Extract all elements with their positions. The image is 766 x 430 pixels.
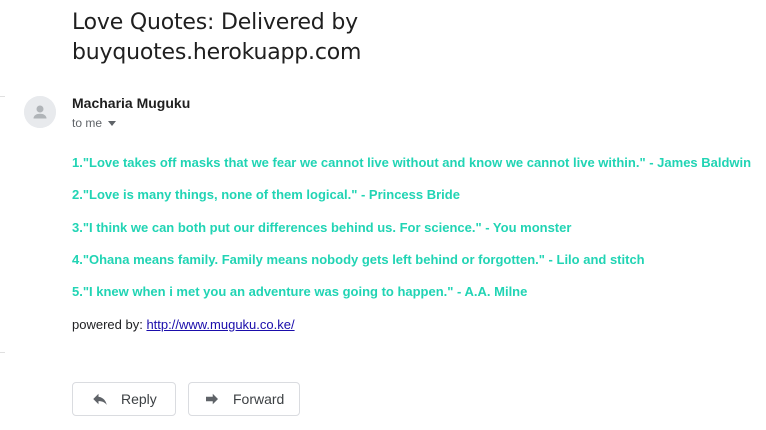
recipient-details[interactable]: to me	[72, 116, 117, 130]
quote-item: 1."Love takes off masks that we fear we …	[72, 155, 752, 170]
recipient-label: to me	[72, 116, 103, 130]
divider	[0, 352, 5, 353]
reply-label: Reply	[121, 391, 157, 407]
quote-item: 5."I knew when i met you an adventure wa…	[72, 284, 528, 300]
forward-label: Forward	[233, 391, 285, 407]
quote-item: 3."I think we can both put our differenc…	[72, 219, 572, 235]
powered-by-line: powered by: http://www.muguku.co.ke/	[72, 317, 295, 332]
caret-down-icon[interactable]	[108, 120, 117, 126]
divider	[0, 96, 5, 97]
sender-avatar[interactable]	[24, 96, 56, 128]
reply-button[interactable]: Reply	[72, 382, 176, 416]
quote-item: 2."Love is many things, none of them log…	[72, 187, 460, 203]
reply-arrow-icon	[91, 390, 109, 408]
sender-name[interactable]: Macharia Muguku	[72, 95, 190, 111]
quote-item: 4."Ohana means family. Family means nobo…	[72, 251, 645, 267]
powered-by-label: powered by:	[72, 317, 143, 332]
powered-by-link[interactable]: http://www.muguku.co.ke/	[146, 317, 294, 332]
person-icon	[24, 96, 56, 128]
email-subject: Love Quotes: Delivered by buyquotes.hero…	[72, 10, 362, 65]
forward-arrow-icon	[203, 390, 221, 408]
forward-button[interactable]: Forward	[188, 382, 300, 416]
quote-list: 1."Love takes off masks that we fear we …	[72, 155, 752, 317]
